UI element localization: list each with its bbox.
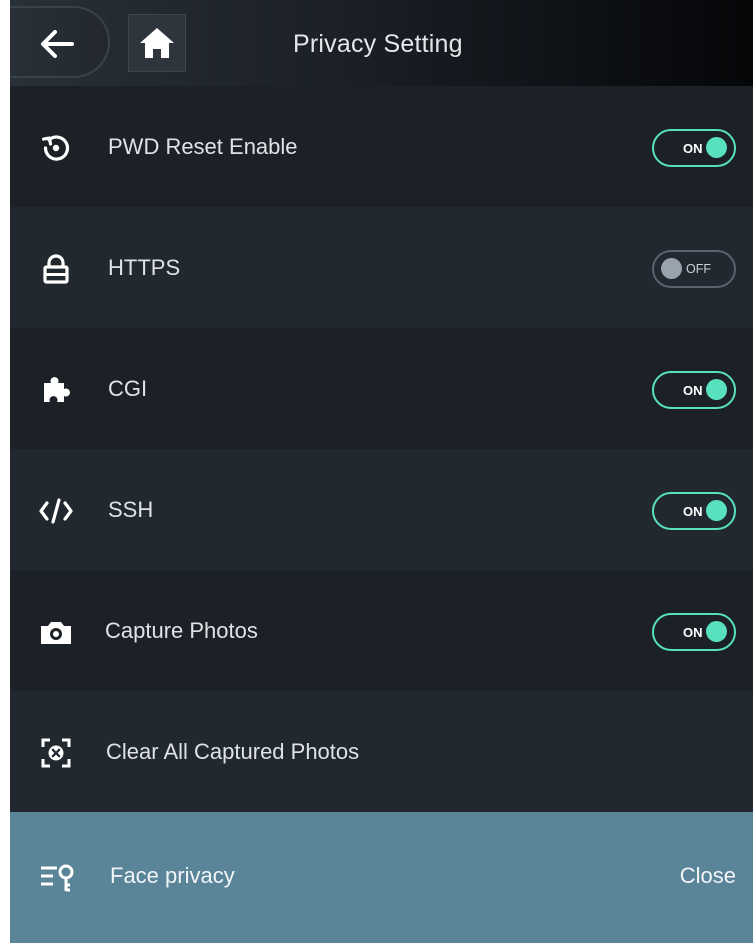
arrow-left-icon [41,30,74,58]
setting-label: SSH [108,497,154,522]
setting-label: CGI [108,376,148,401]
home-button[interactable] [128,14,186,72]
setting-row-cgi: CGI ON [10,328,753,449]
setting-row-pwd-reset: PWD Reset Enable ON [10,86,753,207]
camera-icon [36,612,76,652]
setting-label: PWD Reset Enable [108,134,298,159]
toggle-knob [661,258,682,279]
toggle-state-label: OFF [686,262,711,276]
toggle-knob [706,621,727,642]
ssh-toggle[interactable]: ON [652,492,736,530]
setting-label: Capture Photos [105,618,258,643]
clear-photos-icon [36,733,76,773]
reset-icon [36,128,76,168]
face-privacy-icon [38,860,78,896]
setting-row-https: HTTPS OFF [10,207,753,328]
privacy-setting-screen: Privacy Setting PWD Reset Enable ON HTTP… [10,0,753,943]
back-button[interactable] [32,22,82,66]
toggle-state-label: ON [683,625,703,640]
cgi-toggle[interactable]: ON [652,371,736,409]
toggle-knob [706,379,727,400]
pwd-reset-toggle[interactable]: ON [652,129,736,167]
clear-captured-photos-row[interactable]: Clear All Captured Photos [10,691,753,812]
toggle-state-label: ON [683,383,703,398]
toggle-knob [706,137,727,158]
face-privacy-value: Close [679,863,736,888]
toggle-state-label: ON [683,141,703,156]
page-title: Privacy Setting [293,30,463,58]
setting-label: HTTPS [108,255,181,280]
setting-label: Clear All Captured Photos [106,739,360,764]
home-icon [140,28,174,58]
toggle-knob [706,500,727,521]
face-privacy-row[interactable]: Face privacy Close [10,812,753,943]
setting-row-capture-photos: Capture Photos ON [10,570,753,691]
puzzle-icon [36,370,76,410]
setting-row-ssh: SSH ON [10,449,753,570]
capture-photos-toggle[interactable]: ON [652,613,736,651]
header-bar: Privacy Setting [10,0,753,86]
https-toggle[interactable]: OFF [652,250,736,288]
toggle-state-label: ON [683,504,703,519]
face-privacy-label: Face privacy [110,863,235,888]
code-icon [36,491,76,531]
lock-icon [36,249,76,289]
